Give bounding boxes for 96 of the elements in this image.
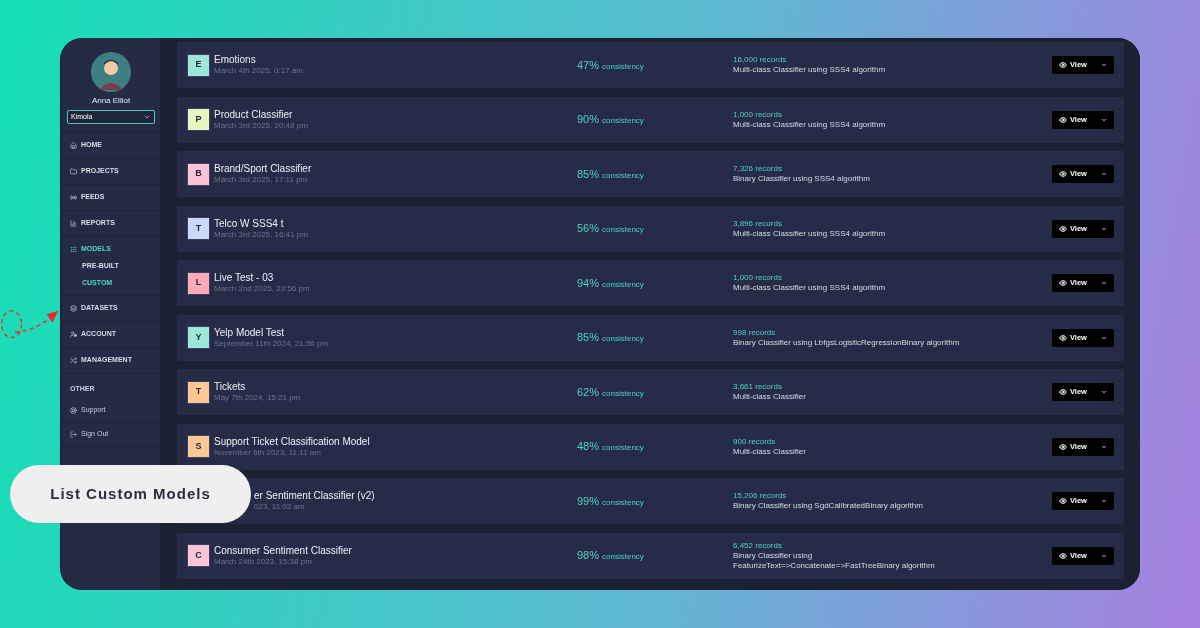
user-name: Anna Elliot	[91, 95, 131, 107]
caret-icon	[1101, 116, 1107, 123]
model-name: Telco W SSS4 t	[214, 217, 285, 230]
model-description: Multi-class Classifier	[733, 446, 807, 457]
consistency-value: 85%	[577, 330, 600, 346]
record-count: 6,452 records	[733, 540, 783, 551]
model-name: Support Ticket Classification Model	[214, 435, 370, 448]
letter-badge: T	[187, 380, 210, 404]
consistency-value: 85%	[577, 166, 600, 182]
record-count: 3,661 records	[733, 382, 783, 392]
model-description: Binary Classifier using LbfgsLogisticRegressionBinary algorithm	[733, 337, 961, 348]
eye-icon	[1059, 61, 1067, 69]
record-count: 1,000 records	[733, 273, 783, 283]
consistency-label: consistency	[602, 278, 644, 291]
chevron-down-icon	[143, 113, 151, 121]
caret-icon	[1101, 389, 1107, 395]
eye-icon	[1059, 442, 1067, 451]
consistency-label: consistency	[602, 442, 644, 455]
record-count: 16,000 records	[733, 55, 788, 65]
home-icon	[70, 142, 77, 149]
record-count: 3,896 records	[733, 218, 783, 229]
model-name: Consumer Sentiment Classifier	[214, 544, 352, 557]
caret-icon	[1101, 334, 1107, 341]
model-date: March 2nd 2025, 23:56 pm	[214, 284, 310, 294]
model-name: Product Classifier	[214, 108, 294, 121]
caret-icon	[1101, 62, 1107, 68]
model-description: Multi-class Classifier using SSS4 algorithm	[733, 283, 887, 293]
sign-out-icon	[70, 430, 77, 438]
consistency-label: consistency	[602, 115, 644, 128]
caret-icon	[1101, 225, 1107, 232]
caret-icon	[1101, 171, 1107, 177]
avatar	[91, 52, 131, 92]
model-name: Emotions	[214, 54, 257, 66]
letter-badge: P	[187, 108, 210, 131]
record-count: 998 records	[733, 327, 777, 338]
model-description: Binary Classifier using FeaturizeText=>Concatenate=>FastTreeBinary algorithm	[733, 550, 936, 571]
eye-icon	[1059, 115, 1067, 124]
consistency-label: consistency	[602, 387, 644, 400]
model-description: Multi-class Classifier using SSS4 algorithm	[733, 119, 887, 130]
model-description: Multi-class Classifier using SSS4 algorithm	[733, 228, 887, 239]
eye-icon	[1059, 170, 1067, 178]
caret-icon	[1101, 498, 1107, 504]
eye-icon	[1059, 333, 1067, 342]
model-description: Multi-class Classifier using SSS4 algorithm	[733, 65, 887, 75]
model-name: Tickets	[214, 381, 247, 393]
lifebuoy-icon	[70, 406, 77, 414]
eye-icon	[1059, 224, 1067, 233]
consistency-label: consistency	[602, 169, 644, 182]
consistency-value: 98%	[577, 548, 600, 564]
model-name: Yelp Model Test	[214, 326, 286, 339]
shuffle-icon	[70, 357, 77, 364]
folder-icon	[70, 168, 77, 175]
consistency-value: 94%	[577, 275, 600, 291]
record-count: 900 records	[733, 436, 777, 447]
layers-icon	[70, 305, 77, 312]
caret-icon	[1101, 443, 1107, 450]
model-name: Brand/Sport Classifier	[214, 163, 312, 175]
consistency-value: 56%	[577, 221, 600, 237]
model-description: Multi-class Classifier	[733, 392, 807, 402]
consistency-label: consistency	[602, 551, 644, 564]
letter-badge: T	[187, 217, 210, 240]
eye-icon	[1059, 551, 1067, 560]
model-description: Binary Classifier using SSS4 algorithm	[733, 174, 871, 184]
model-date: 023, 11:02 am	[254, 502, 306, 512]
user-gear-icon	[70, 331, 77, 338]
consistency-value: 90%	[577, 112, 600, 128]
consistency-value: 99%	[577, 493, 600, 509]
eye-icon	[1059, 279, 1067, 287]
caret-icon	[1101, 280, 1107, 286]
broadcast-icon	[70, 194, 77, 201]
letter-badge: Y	[187, 326, 210, 349]
model-name: er Sentiment Classifier (v2)	[254, 490, 375, 502]
eye-icon	[1059, 388, 1067, 396]
model-name: Live Test - 03	[214, 272, 275, 284]
consistency-value: 62%	[577, 384, 600, 400]
letter-badge: B	[187, 162, 210, 186]
letter-badge: E	[187, 53, 210, 77]
letter-badge: S	[187, 435, 210, 458]
record-count: 7,326 records	[733, 164, 783, 174]
model-date: September 11th 2024, 21:56 pm	[214, 338, 329, 349]
eye-icon	[1059, 497, 1067, 505]
bar-chart-icon	[70, 220, 77, 227]
record-count: 15,206 records	[733, 491, 788, 501]
model-description: Binary Classifier using SgdCalibratedBinary algorithm	[733, 501, 924, 511]
consistency-label: consistency	[602, 60, 644, 73]
letter-badge: C	[187, 544, 210, 567]
callout-label: List Custom Models	[10, 465, 251, 523]
consistency-value: 47%	[577, 57, 600, 73]
caret-icon	[1101, 552, 1107, 559]
record-count: 1,000 records	[733, 109, 783, 120]
consistency-label: consistency	[602, 224, 644, 237]
consistency-value: 48%	[577, 439, 600, 455]
consistency-label: consistency	[602, 333, 644, 346]
model-date: May 7th 2024, 15:21 pm	[214, 393, 301, 403]
consistency-label: consistency	[602, 496, 644, 509]
letter-badge: L	[187, 271, 210, 295]
